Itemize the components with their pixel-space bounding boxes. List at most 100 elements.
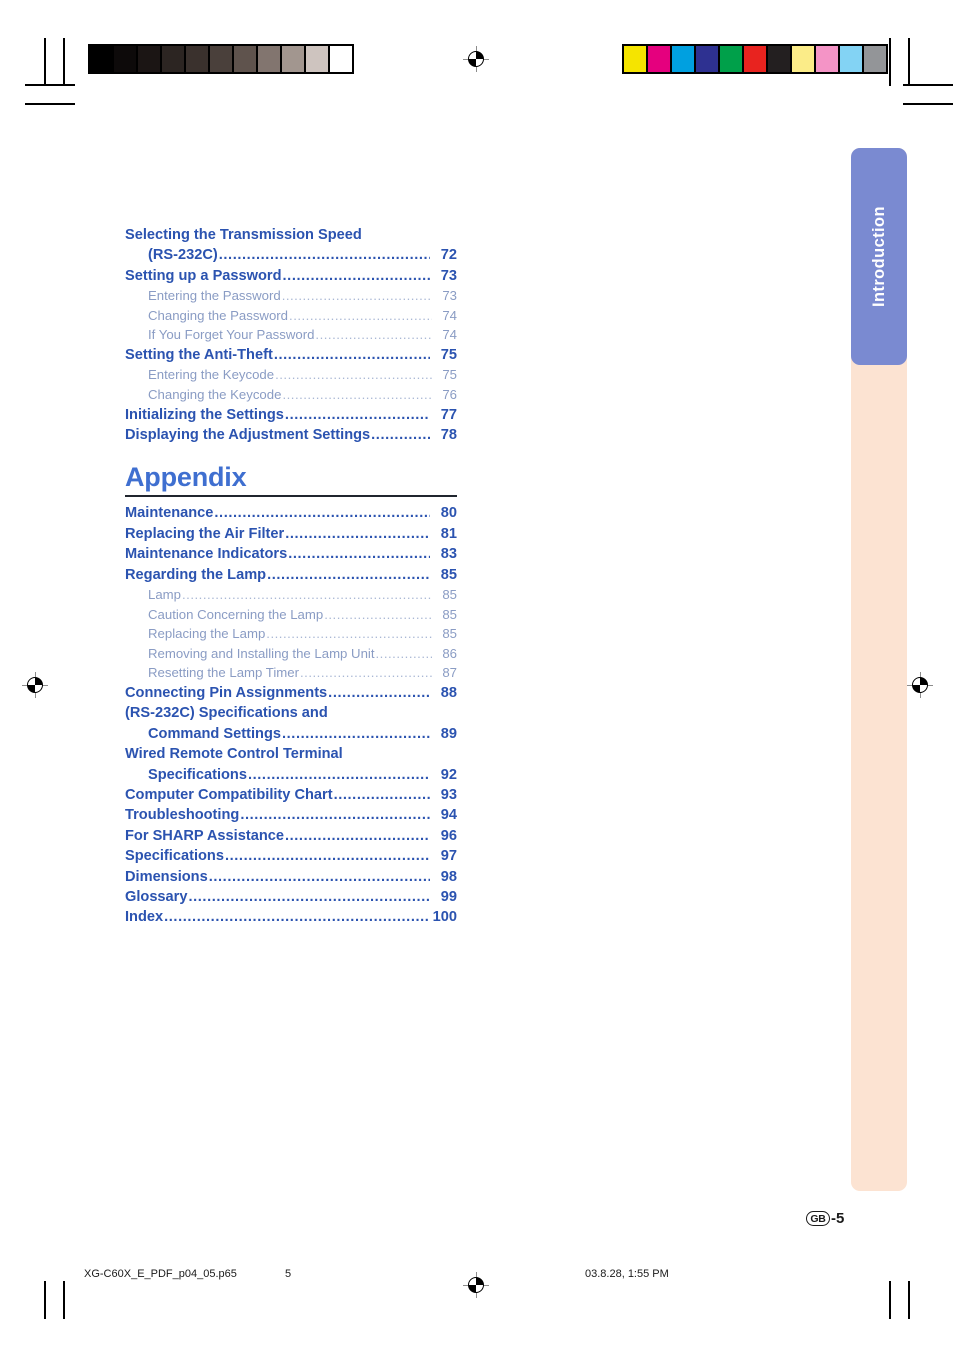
toc-entry-title: Removing and Installing the Lamp Unit bbox=[148, 645, 375, 661]
toc-leader-dots: ........................................… bbox=[282, 387, 432, 402]
toc-page-number: 72 bbox=[440, 247, 457, 264]
toc-entry-title: Computer Compatibility Chart bbox=[125, 787, 333, 804]
calibration-patch bbox=[696, 46, 720, 72]
toc-entry[interactable]: Index...................................… bbox=[125, 907, 457, 927]
crop-mark-top-right-h2 bbox=[903, 103, 953, 105]
toc-entry-title: Dimensions bbox=[125, 868, 208, 885]
toc-entry-title: Wired Remote Control Terminal bbox=[125, 746, 343, 763]
calibration-patch bbox=[648, 46, 672, 72]
toc-entry[interactable]: Maintenance Indicators..................… bbox=[125, 544, 457, 564]
toc-leader-dots: ........................................… bbox=[300, 665, 432, 681]
toc-page-number: 86 bbox=[442, 645, 457, 661]
toc-entry-title: Connecting Pin Assignments bbox=[125, 685, 328, 701]
toc-entry-title: Setting up a Password bbox=[125, 267, 282, 284]
print-production-footer: XG-C60X_E_PDF_p04_05.p65 5 03.8.28, 1:55… bbox=[0, 1268, 954, 1288]
toc-entry[interactable]: Specifications..........................… bbox=[125, 846, 457, 866]
calibration-patch bbox=[864, 46, 886, 72]
toc-entry[interactable]: Selecting the Transmission Speed........… bbox=[125, 225, 457, 245]
toc-leader-dots: ........................................… bbox=[247, 766, 430, 783]
toc-leader-dots: ........................................… bbox=[273, 347, 430, 363]
toc-entry-title: Lamp bbox=[148, 587, 181, 603]
toc-page-number: 89 bbox=[440, 725, 457, 742]
calibration-patch bbox=[234, 46, 258, 72]
toc-leader-dots: ........................................… bbox=[275, 367, 432, 383]
toc-entry[interactable]: Displaying the Adjustment Settings......… bbox=[125, 425, 457, 445]
toc-entry-title: Command Settings bbox=[148, 725, 281, 742]
toc-entry[interactable]: For SHARP Assistance....................… bbox=[125, 826, 457, 846]
toc-entry[interactable]: Lamp....................................… bbox=[125, 585, 457, 605]
toc-entry[interactable]: Wired Remote Control Terminal...........… bbox=[125, 744, 457, 764]
region-badge: GB bbox=[806, 1211, 830, 1226]
toc-leader-dots: ........................................… bbox=[324, 606, 432, 622]
toc-entry[interactable]: Setting up a Password...................… bbox=[125, 266, 457, 286]
page-number: GB -5 bbox=[806, 1210, 844, 1227]
toc-page-number: 77 bbox=[440, 406, 457, 423]
crop-mark-top-left-h2 bbox=[25, 103, 75, 105]
toc-entry[interactable]: Changing the Keycode....................… bbox=[125, 385, 457, 405]
calibration-patch bbox=[186, 46, 210, 72]
toc-entry[interactable]: Regarding the Lamp......................… bbox=[125, 565, 457, 585]
toc-entry[interactable]: Troubleshooting.........................… bbox=[125, 805, 457, 825]
toc-page-number: 73 bbox=[440, 267, 457, 284]
toc-page-number: 75 bbox=[440, 347, 457, 363]
toc-leader-dots: ........................................… bbox=[315, 327, 432, 343]
toc-entry[interactable]: Connecting Pin Assignments..............… bbox=[125, 683, 457, 703]
toc-entry[interactable]: Replacing the Air Filter................… bbox=[125, 524, 457, 544]
toc-entry-title: Specifications bbox=[125, 848, 224, 865]
toc-leader-dots: ........................................… bbox=[218, 247, 430, 264]
toc-entry[interactable]: Entering the Keycode....................… bbox=[125, 365, 457, 385]
toc-entry[interactable]: Dimensions..............................… bbox=[125, 867, 457, 887]
calibration-patch bbox=[282, 46, 306, 72]
toc-entry-title: Maintenance bbox=[125, 505, 214, 522]
crop-mark-top-left-v2 bbox=[63, 38, 65, 86]
toc-entry[interactable]: Entering the Password...................… bbox=[125, 286, 457, 306]
toc-entry[interactable]: Computer Compatibility Chart............… bbox=[125, 785, 457, 805]
toc-leader-dots: ........................................… bbox=[164, 909, 430, 926]
toc-leader-dots: ........................................… bbox=[284, 827, 430, 844]
toc-entry-title: Glossary bbox=[125, 889, 188, 906]
calibration-patch bbox=[258, 46, 282, 72]
toc-leader-dots: ........................................… bbox=[266, 626, 432, 642]
calibration-patch bbox=[840, 46, 864, 72]
toc-entry[interactable]: Changing the Password...................… bbox=[125, 306, 457, 326]
section-tab-introduction[interactable]: Introduction bbox=[851, 148, 907, 365]
toc-page-number: 74 bbox=[442, 307, 457, 323]
toc-entry[interactable]: Maintenance.............................… bbox=[125, 503, 457, 523]
toc-entry[interactable]: Removing and Installing the Lamp Unit...… bbox=[125, 644, 457, 664]
toc-page-number: 83 bbox=[440, 546, 457, 563]
toc-leader-dots: ........................................… bbox=[289, 307, 432, 323]
calibration-patch bbox=[306, 46, 330, 72]
toc-page-number: 78 bbox=[440, 427, 457, 443]
toc-page-number: 96 bbox=[440, 827, 457, 844]
registration-mark-left bbox=[22, 672, 48, 698]
toc-entry[interactable]: Command Settings........................… bbox=[125, 724, 457, 744]
toc-entry[interactable]: (RS-232C)...............................… bbox=[125, 245, 457, 265]
toc-leader-dots: ........................................… bbox=[182, 587, 432, 603]
toc-entry[interactable]: Glossary................................… bbox=[125, 887, 457, 907]
page-title-appendix: Appendix bbox=[125, 462, 247, 493]
toc-page-number: 73 bbox=[442, 288, 457, 304]
toc-section-appendix: Maintenance.............................… bbox=[125, 503, 457, 927]
toc-entry-title: Caution Concerning the Lamp bbox=[148, 606, 324, 622]
toc-entry[interactable]: Initializing the Settings...............… bbox=[125, 405, 457, 425]
toc-entry[interactable]: If You Forget Your Password.............… bbox=[125, 325, 457, 345]
toc-entry-title: Selecting the Transmission Speed bbox=[125, 227, 362, 243]
toc-entry-title: Changing the Password bbox=[148, 307, 289, 323]
toc-entry[interactable]: Caution Concerning the Lamp.............… bbox=[125, 605, 457, 625]
toc-leader-dots: ........................................… bbox=[281, 288, 432, 304]
toc-page-number: 97 bbox=[440, 848, 457, 865]
toc-entry[interactable]: (RS-232C) Specifications and............… bbox=[125, 703, 457, 723]
toc-entry[interactable]: Setting the Anti-Theft..................… bbox=[125, 345, 457, 365]
toc-entry[interactable]: Replacing the Lamp......................… bbox=[125, 624, 457, 644]
calibration-patch bbox=[210, 46, 234, 72]
toc-entry-title: Specifications bbox=[148, 766, 247, 783]
toc-leader-dots: ........................................… bbox=[284, 406, 430, 423]
toc-entry[interactable]: Specifications..........................… bbox=[125, 765, 457, 785]
toc-page-number: 85 bbox=[442, 626, 457, 642]
toc-entry[interactable]: Resetting the Lamp Timer................… bbox=[125, 663, 457, 683]
toc-leader-dots: ........................................… bbox=[288, 546, 430, 563]
calibration-patch bbox=[114, 46, 138, 72]
toc-page-number: 85 bbox=[442, 587, 457, 603]
toc-page-number: 81 bbox=[440, 525, 457, 542]
print-sheet-number: 5 bbox=[285, 1268, 292, 1280]
